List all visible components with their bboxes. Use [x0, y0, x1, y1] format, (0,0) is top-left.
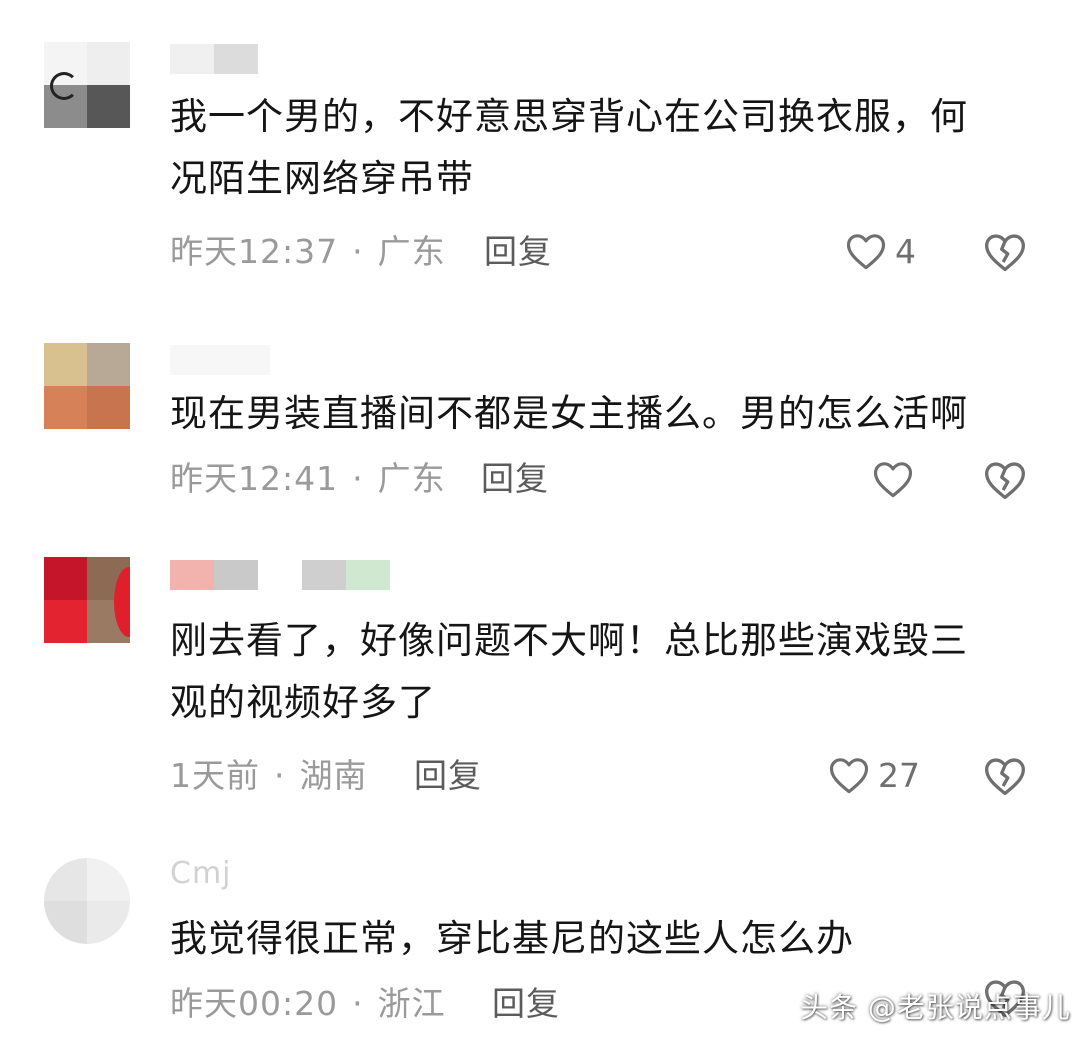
comment-time: 昨天00:20 — [170, 984, 339, 1023]
like-count: 4 — [895, 231, 916, 271]
separator-dot: · — [352, 459, 364, 498]
comment-meta: 昨天12:37 · 广东 回复 — [170, 230, 590, 274]
watermark: 头条 @老张说点事儿 — [800, 991, 1071, 1024]
broken-heart-icon[interactable] — [983, 458, 1027, 502]
separator-dot: · — [352, 232, 364, 271]
comment-time: 1天前 — [170, 756, 260, 795]
reply-button[interactable]: 回复 — [414, 754, 482, 798]
comment-location: 浙江 — [377, 984, 446, 1023]
reply-button[interactable]: 回复 — [492, 982, 560, 1026]
avatar[interactable] — [44, 343, 130, 429]
comment-time: 昨天12:41 — [170, 459, 339, 498]
broken-heart-icon[interactable] — [983, 754, 1027, 798]
username[interactable]: Cmj — [170, 856, 232, 891]
like-button[interactable]: 4 — [845, 228, 916, 274]
heart-outline-icon — [873, 462, 913, 498]
username[interactable] — [170, 560, 390, 590]
reply-button[interactable]: 回复 — [481, 457, 549, 501]
comment-meta: 昨天12:41 · 广东 回复 — [170, 457, 590, 501]
comment-text: 刚去看了，好像问题不大啊！总比那些演戏毁三 观的视频好多了 — [170, 619, 968, 724]
comment-location: 广东 — [377, 459, 446, 498]
comment-text: 我一个男的，不好意思穿背心在公司换衣服，何 况陌生网络穿吊带 — [170, 95, 968, 200]
like-button[interactable] — [872, 456, 922, 502]
comment-meta: 1天前 · 湖南 回复 — [170, 754, 590, 798]
avatar[interactable] — [44, 858, 130, 944]
like-button[interactable]: 27 — [828, 752, 920, 798]
reply-button[interactable]: 回复 — [484, 230, 552, 274]
heart-outline-icon — [846, 234, 886, 270]
avatar[interactable] — [44, 42, 130, 128]
comment-text: 现在男装直播间不都是女主播么。男的怎么活啊 — [170, 392, 968, 435]
like-count: 27 — [878, 755, 920, 795]
broken-heart-icon[interactable] — [983, 230, 1027, 274]
separator-dot: · — [352, 984, 364, 1023]
heart-outline-icon — [829, 758, 869, 794]
comment-text: 我觉得很正常，穿比基尼的这些人怎么办 — [170, 917, 854, 960]
separator-dot: · — [274, 756, 286, 795]
comment-meta: 昨天00:20 · 浙江 回复 — [170, 982, 590, 1026]
username[interactable] — [170, 44, 258, 74]
avatar[interactable] — [44, 557, 130, 643]
username[interactable] — [170, 345, 270, 375]
comment-location: 广东 — [377, 232, 446, 271]
comment-time: 昨天12:37 — [170, 232, 339, 271]
comment-location: 湖南 — [299, 756, 368, 795]
